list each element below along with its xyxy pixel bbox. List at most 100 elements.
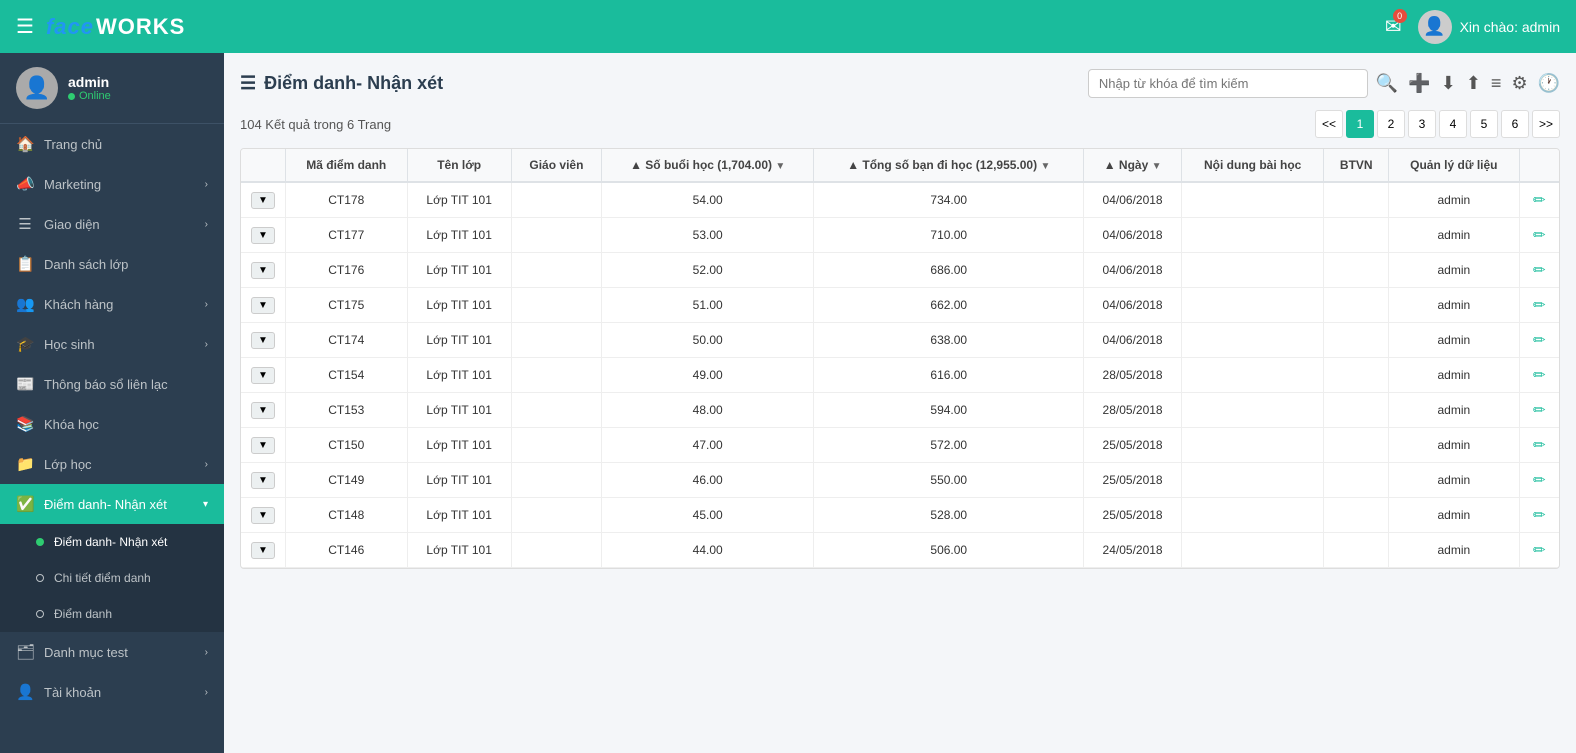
sidebar-sub-chi-tiet-diem-danh[interactable]: Chi tiết điểm danh: [0, 560, 224, 596]
profile-name: admin: [68, 74, 111, 90]
cell-tong-so: 686.00: [814, 253, 1084, 288]
sidebar-item-khoa-hoc[interactable]: 📚 Khóa học: [0, 404, 224, 444]
col-ngay[interactable]: ▲ Ngày ▼: [1084, 149, 1182, 182]
expand-button[interactable]: ▼: [251, 472, 275, 489]
expand-button[interactable]: ▼: [251, 227, 275, 244]
page-prev[interactable]: <<: [1315, 110, 1343, 138]
expand-cell[interactable]: ▼: [241, 323, 285, 358]
sidebar-item-khach-hang[interactable]: 👥 Khách hàng ›: [0, 284, 224, 324]
mail-icon[interactable]: ✉ 0: [1385, 14, 1402, 39]
cell-noi-dung: [1181, 288, 1324, 323]
sidebar-item-tai-khoan[interactable]: 👤 Tài khoản ›: [0, 672, 224, 712]
col-ten-lop[interactable]: Tên lớp: [407, 149, 511, 182]
page-4[interactable]: 4: [1439, 110, 1467, 138]
cell-edit[interactable]: ✏: [1519, 533, 1559, 568]
search-input[interactable]: [1088, 69, 1368, 98]
page-3[interactable]: 3: [1408, 110, 1436, 138]
sidebar-item-danh-muc-test[interactable]: 🗂 Danh mục test ›: [0, 632, 224, 672]
col-ma-diem-danh[interactable]: Mã điểm danh: [285, 149, 407, 182]
expand-cell[interactable]: ▼: [241, 218, 285, 253]
edit-icon[interactable]: ✏: [1533, 262, 1546, 279]
admin-info: 👤 Xin chào: admin: [1418, 10, 1560, 44]
topbar-right: ✉ 0 👤 Xin chào: admin: [1385, 10, 1560, 44]
sidebar-sub-diem-danh[interactable]: Điểm danh: [0, 596, 224, 632]
cell-edit[interactable]: ✏: [1519, 253, 1559, 288]
sidebar-sub-label-diem-danh-nhan-xet: Điểm danh- Nhận xét: [54, 535, 208, 549]
expand-button[interactable]: ▼: [251, 437, 275, 454]
page-next[interactable]: >>: [1532, 110, 1560, 138]
edit-icon[interactable]: ✏: [1533, 332, 1546, 349]
cell-ngay: 28/05/2018: [1084, 358, 1182, 393]
expand-button[interactable]: ▼: [251, 332, 275, 349]
col-giao-vien[interactable]: Giáo viên: [511, 149, 601, 182]
sidebar-item-giao-dien[interactable]: ☰ Giao diện ›: [0, 204, 224, 244]
list-view-icon[interactable]: ≡: [1491, 73, 1502, 94]
sidebar-item-hoc-sinh[interactable]: 🎓 Học sinh ›: [0, 324, 224, 364]
cell-edit[interactable]: ✏: [1519, 428, 1559, 463]
edit-icon[interactable]: ✏: [1533, 367, 1546, 384]
clock-icon[interactable]: 🕐: [1538, 73, 1560, 94]
cell-so-buoi: 54.00: [602, 182, 814, 218]
expand-cell[interactable]: ▼: [241, 463, 285, 498]
cell-ma: CT175: [285, 288, 407, 323]
sidebar-item-danh-sach-lop[interactable]: 📋 Danh sách lớp: [0, 244, 224, 284]
cell-edit[interactable]: ✏: [1519, 498, 1559, 533]
sidebar-sub-diem-danh-nhan-xet[interactable]: Điểm danh- Nhận xét: [0, 524, 224, 560]
expand-button[interactable]: ▼: [251, 262, 275, 279]
sidebar-item-thong-bao[interactable]: 📰 Thông báo sổ liên lạc: [0, 364, 224, 404]
edit-icon[interactable]: ✏: [1533, 472, 1546, 489]
cell-edit[interactable]: ✏: [1519, 323, 1559, 358]
cell-edit[interactable]: ✏: [1519, 182, 1559, 218]
cell-edit[interactable]: ✏: [1519, 393, 1559, 428]
expand-button[interactable]: ▼: [251, 367, 275, 384]
expand-cell[interactable]: ▼: [241, 533, 285, 568]
cell-quan-ly: admin: [1389, 218, 1520, 253]
expand-button[interactable]: ▼: [251, 402, 275, 419]
expand-cell[interactable]: ▼: [241, 288, 285, 323]
cell-edit[interactable]: ✏: [1519, 463, 1559, 498]
cell-quan-ly: admin: [1389, 323, 1520, 358]
sidebar-item-diem-danh[interactable]: ✅ Điểm danh- Nhận xét ▾: [0, 484, 224, 524]
edit-icon[interactable]: ✏: [1533, 227, 1546, 244]
page-5[interactable]: 5: [1470, 110, 1498, 138]
admin-avatar: 👤: [1418, 10, 1452, 44]
edit-icon[interactable]: ✏: [1533, 542, 1546, 559]
expand-button[interactable]: ▼: [251, 297, 275, 314]
page-title-text: Điểm danh- Nhận xét: [264, 73, 443, 94]
expand-cell[interactable]: ▼: [241, 428, 285, 463]
edit-icon[interactable]: ✏: [1533, 437, 1546, 454]
cell-tong-so: 616.00: [814, 358, 1084, 393]
expand-cell[interactable]: ▼: [241, 253, 285, 288]
cell-ma: CT154: [285, 358, 407, 393]
expand-cell[interactable]: ▼: [241, 358, 285, 393]
col-tong-so-ban[interactable]: ▲ Tổng số bạn đi học (12,955.00) ▼: [814, 149, 1084, 182]
expand-button[interactable]: ▼: [251, 507, 275, 524]
page-6[interactable]: 6: [1501, 110, 1529, 138]
cell-edit[interactable]: ✏: [1519, 288, 1559, 323]
cell-edit[interactable]: ✏: [1519, 218, 1559, 253]
edit-icon[interactable]: ✏: [1533, 297, 1546, 314]
upload-icon[interactable]: ⬆: [1466, 73, 1481, 94]
expand-cell[interactable]: ▼: [241, 393, 285, 428]
edit-icon[interactable]: ✏: [1533, 507, 1546, 524]
edit-icon[interactable]: ✏: [1533, 402, 1546, 419]
sidebar-item-marketing[interactable]: 📣 Marketing ›: [0, 164, 224, 204]
cell-quan-ly: admin: [1389, 182, 1520, 218]
edit-icon[interactable]: ✏: [1533, 192, 1546, 209]
expand-cell[interactable]: ▼: [241, 182, 285, 218]
download-icon[interactable]: ⬇: [1441, 73, 1456, 94]
cell-edit[interactable]: ✏: [1519, 358, 1559, 393]
page-1[interactable]: 1: [1346, 110, 1374, 138]
col-so-buoi-hoc[interactable]: ▲ Số buổi học (1,704.00) ▼: [602, 149, 814, 182]
page-2[interactable]: 2: [1377, 110, 1405, 138]
search-icon[interactable]: 🔍: [1376, 73, 1398, 94]
expand-button[interactable]: ▼: [251, 192, 275, 209]
settings-icon[interactable]: ⚙: [1511, 73, 1527, 94]
sidebar-item-trang-chu[interactable]: 🏠 Trang chủ: [0, 124, 224, 164]
expand-button[interactable]: ▼: [251, 542, 275, 559]
expand-cell[interactable]: ▼: [241, 498, 285, 533]
cell-lop: Lớp TIT 101: [407, 182, 511, 218]
sidebar-item-lop-hoc[interactable]: 📁 Lớp học ›: [0, 444, 224, 484]
hamburger-icon[interactable]: ☰: [16, 14, 34, 39]
add-icon[interactable]: ➕: [1408, 73, 1430, 94]
